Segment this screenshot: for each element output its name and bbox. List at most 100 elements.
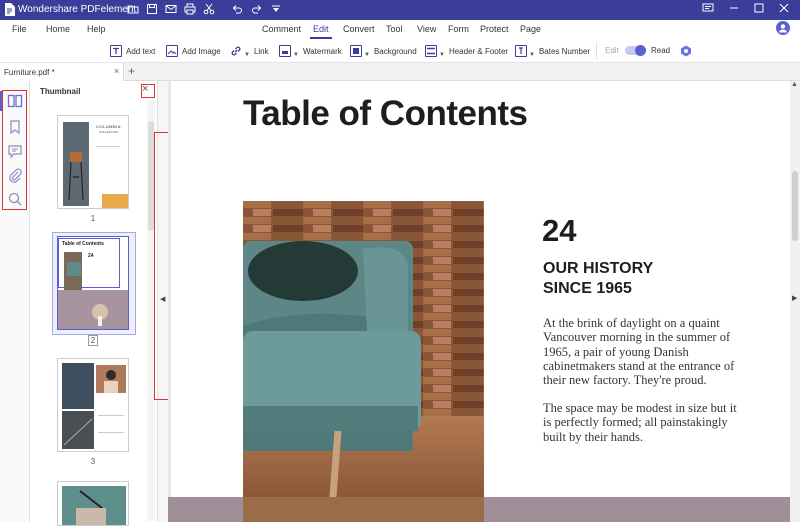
link-button[interactable]: ▼ Link: [230, 43, 269, 59]
bates-number-label: Bates Number: [538, 46, 591, 56]
menu-home[interactable]: Home: [46, 24, 70, 34]
thumb1-photo: [63, 122, 89, 206]
background-label: Background: [373, 46, 417, 56]
read-mode-label: Read: [651, 46, 671, 55]
close-panel-highlight-box: [141, 84, 155, 98]
app-title: Wondershare PDFelement: [18, 4, 137, 15]
watermark-icon: [279, 45, 291, 57]
thumb3-photo-bottom: [62, 411, 94, 449]
thumbnail-page-number: 3: [90, 457, 96, 466]
header-footer-caret-icon: ▼: [439, 52, 445, 58]
history-heading-line2: SINCE 1965: [543, 280, 632, 297]
document-page: Table of Contents 24 OUR HISTORY SINCE 1…: [168, 81, 790, 522]
header-footer-label: Header & Footer: [448, 46, 509, 56]
menu-file[interactable]: File: [12, 24, 27, 34]
link-label: Link: [253, 46, 269, 56]
link-caret-icon: ▼: [244, 52, 250, 58]
menu-bar: File Home Help Comment Edit Convert Tool…: [0, 20, 800, 39]
cut-icon[interactable]: [202, 3, 216, 17]
thumb1-accent-block: [102, 194, 128, 208]
menu-protect[interactable]: Protect: [480, 24, 509, 34]
thumbnail-page-1[interactable]: COLUMBIA COLLECTION: [57, 115, 129, 209]
edit-toolbar: Add text Add Image ▼ Link ▼ Watermark ▼ …: [0, 39, 800, 63]
thumb1-sub: COLLECTION: [99, 130, 119, 134]
thumb3-text-lines: [98, 415, 124, 433]
thumbnail-page-number: 1: [90, 214, 96, 223]
quick-access-dropdown-icon[interactable]: [269, 3, 283, 17]
feedback-icon[interactable]: [696, 2, 720, 18]
menu-convert[interactable]: Convert: [343, 24, 375, 34]
sofa-photo: [243, 201, 484, 522]
thumbnail-page-4[interactable]: [57, 481, 129, 526]
add-text-button[interactable]: Add text: [110, 43, 155, 59]
add-image-button[interactable]: Add Image: [166, 43, 221, 59]
toolbar-divider: [596, 43, 597, 59]
thumbnail-page-3[interactable]: [57, 358, 129, 452]
document-heading: Table of Contents: [243, 94, 528, 133]
undo-icon[interactable]: [230, 3, 244, 17]
user-account-icon[interactable]: [776, 21, 790, 35]
new-tab-icon[interactable]: +: [128, 64, 135, 78]
edit-mode-label: Edit: [605, 46, 619, 55]
maximize-icon[interactable]: [747, 2, 771, 18]
thumb1-brand: COLUMBIA: [96, 124, 121, 129]
watermark-button[interactable]: ▼ Watermark: [279, 43, 342, 59]
rail-highlight-box: [2, 90, 27, 210]
thumb3-dark-panel: [62, 363, 94, 409]
thumb3-photo-top: [96, 365, 126, 393]
tab-furniture[interactable]: Furniture.pdf * ×: [0, 63, 124, 81]
menu-edit[interactable]: Edit: [313, 24, 329, 34]
print-icon[interactable]: [183, 3, 197, 17]
background-caret-icon: ▼: [364, 52, 370, 58]
document-scroll-thumb[interactable]: [792, 171, 798, 241]
history-number: 24: [542, 213, 577, 248]
bates-number-button[interactable]: ▼ Bates Number: [515, 43, 590, 59]
expand-right-panel-icon[interactable]: ▶: [792, 294, 797, 302]
email-icon[interactable]: [164, 3, 178, 17]
thumbnail-page-number: 2: [88, 335, 98, 346]
menu-help[interactable]: Help: [87, 24, 106, 34]
bates-number-caret-icon: ▼: [529, 52, 535, 58]
header-footer-button[interactable]: ▼ Header & Footer: [425, 43, 508, 59]
photo-bottom-continuation: [243, 497, 484, 522]
document-scrollbar[interactable]: ▲ ▶: [790, 81, 800, 522]
scroll-up-icon[interactable]: ▲: [791, 81, 798, 88]
edit-read-toggle[interactable]: [625, 45, 646, 56]
thumb4-photo: [62, 486, 126, 525]
history-paragraph-2: The space may be modest in size but it i…: [543, 401, 737, 444]
close-tab-icon[interactable]: ×: [114, 66, 119, 76]
menu-tool[interactable]: Tool: [386, 24, 403, 34]
thumb2-bottom-band: [58, 290, 128, 329]
menu-view[interactable]: View: [417, 24, 436, 34]
menu-page[interactable]: Page: [520, 24, 541, 34]
save-icon[interactable]: [145, 3, 159, 17]
title-bar: Wondershare PDFelement: [0, 0, 800, 20]
menu-form[interactable]: Form: [448, 24, 469, 34]
page-left-shadow: [168, 81, 171, 522]
pdfelement-logo-icon: [5, 3, 15, 16]
close-window-icon[interactable]: [772, 2, 796, 18]
thumb1-text-lines: [96, 146, 120, 156]
thumbnail-panel-title: Thumbnail: [40, 87, 81, 96]
history-paragraph-1: At the brink of daylight on a quaint Van…: [543, 316, 735, 388]
add-image-label: Add Image: [182, 46, 221, 56]
watermark-caret-icon: ▼: [293, 52, 299, 58]
menu-comment[interactable]: Comment: [262, 24, 301, 34]
add-image-icon: [166, 45, 178, 57]
add-text-icon: [110, 45, 122, 57]
minimize-icon[interactable]: [722, 2, 746, 18]
header-footer-icon: [425, 45, 437, 57]
ocr-badge-icon[interactable]: [680, 44, 692, 57]
history-heading-line1: OUR HISTORY: [543, 260, 654, 277]
open-folder-icon[interactable]: [126, 3, 140, 17]
link-icon: [231, 46, 241, 56]
tab-label: Furniture.pdf *: [4, 68, 55, 77]
background-button[interactable]: ▼ Background: [350, 43, 417, 59]
redo-icon[interactable]: [250, 3, 264, 17]
thumb2-photo: [64, 252, 82, 290]
thumbnail-panel: Thumbnail × COLUMBIA COLLECTION 1 Table …: [31, 81, 158, 526]
document-tab-bar: Furniture.pdf * × +: [0, 63, 800, 81]
thumbnail-page-2[interactable]: Table of Contents 24: [57, 236, 129, 330]
toggle-knob: [635, 45, 646, 56]
add-text-label: Add text: [126, 46, 156, 56]
